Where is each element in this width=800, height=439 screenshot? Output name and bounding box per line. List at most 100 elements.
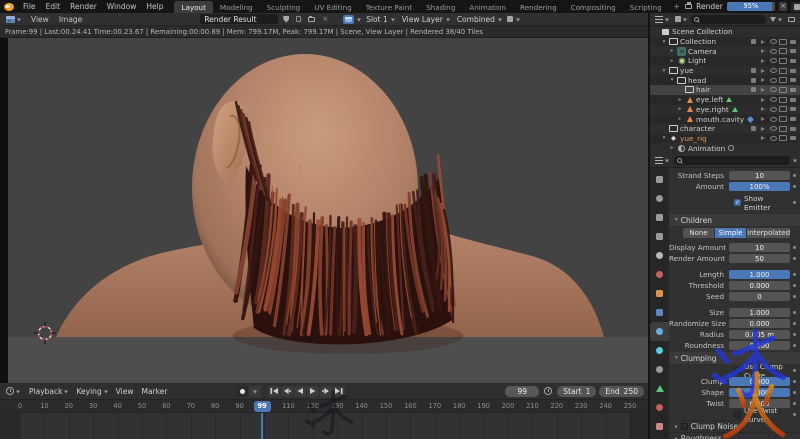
workspace-tab-rendering[interactable]: Rendering <box>513 1 564 13</box>
layer-dropdown[interactable]: View Layer <box>400 15 452 24</box>
playhead-line[interactable] <box>260 413 263 439</box>
play-button[interactable] <box>307 385 320 397</box>
viewport-toggle-icon[interactable] <box>779 57 787 65</box>
menu-render[interactable]: Render <box>65 2 102 11</box>
outliner-display-mode-button[interactable] <box>673 14 689 24</box>
properties-tab-modifiers[interactable] <box>650 303 669 322</box>
open-image-button[interactable] <box>306 14 317 24</box>
animate-decorator-icon[interactable] <box>793 391 796 394</box>
field-shape[interactable]: 0.000 <box>729 388 790 397</box>
workspace-tab-sculpting[interactable]: Sculpting <box>260 1 308 13</box>
render-toggle-icon[interactable] <box>789 96 797 104</box>
option-interpolated[interactable]: Interpolated <box>747 228 791 238</box>
hide-toggle-icon[interactable] <box>769 105 777 113</box>
auto-keying-button[interactable] <box>236 385 249 397</box>
viewport-toggle-icon[interactable] <box>779 134 787 142</box>
animate-decorator-icon[interactable] <box>793 333 796 336</box>
menu-marker[interactable]: Marker <box>137 387 171 396</box>
timeline-track[interactable] <box>0 413 648 439</box>
properties-search-input[interactable] <box>674 155 790 165</box>
viewport-toggle-icon[interactable] <box>779 125 787 133</box>
animate-decorator-icon[interactable] <box>793 174 796 177</box>
current-frame-field[interactable]: 99 <box>505 385 540 397</box>
viewport-toggle-icon[interactable] <box>779 67 787 75</box>
editor-type-button[interactable] <box>4 14 23 24</box>
animate-decorator-icon[interactable] <box>793 413 796 416</box>
properties-tab-material[interactable] <box>650 398 669 417</box>
hide-toggle-icon[interactable] <box>769 76 777 84</box>
menu-window[interactable]: Window <box>102 2 142 11</box>
selectable-toggle-icon[interactable] <box>759 134 767 142</box>
selectable-toggle-icon[interactable] <box>759 76 767 84</box>
keying-options-button[interactable] <box>542 386 554 396</box>
workspace-tab-uv-editing[interactable]: UV Editing <box>307 1 359 13</box>
animate-decorator-icon[interactable] <box>793 380 796 383</box>
outliner-editor-type-button[interactable] <box>653 14 671 24</box>
viewport-toggle-icon[interactable] <box>779 38 787 46</box>
menu-view[interactable]: View <box>26 15 54 24</box>
viewport-toggle-icon[interactable] <box>779 47 787 55</box>
outliner-row-camera[interactable]: ▸ Camera <box>650 46 800 56</box>
render-toggle-icon[interactable] <box>789 86 797 94</box>
workspace-tab-texture-paint[interactable]: Texture Paint <box>359 1 419 13</box>
image-pin-icon[interactable] <box>343 14 355 24</box>
field-length[interactable]: 1.000 <box>729 270 790 279</box>
hide-toggle-icon[interactable] <box>769 67 777 75</box>
disclosure-down-icon[interactable]: ▾ <box>669 77 675 83</box>
render-toggle-icon[interactable] <box>789 115 797 123</box>
properties-tab-scene[interactable] <box>650 246 669 265</box>
menu-image[interactable]: Image <box>54 15 88 24</box>
checkbox-use-clump-curve[interactable] <box>734 367 741 374</box>
fake-user-button[interactable] <box>281 14 291 24</box>
viewport-toggle-icon[interactable] <box>779 86 787 94</box>
outliner-filter-button[interactable] <box>768 14 784 24</box>
properties-tab-constraints[interactable] <box>650 360 669 379</box>
new-image-button[interactable] <box>294 14 303 24</box>
jump-to-start-button[interactable] <box>268 385 281 397</box>
exclude-checkbox[interactable] <box>749 125 757 133</box>
field-seed[interactable]: 0 <box>729 292 790 301</box>
start-frame-field[interactable]: Start 1 <box>557 385 597 397</box>
next-keyframe-button[interactable] <box>320 385 333 397</box>
field-randomize-size[interactable]: 0.000 <box>729 319 790 328</box>
panel-header-roughness[interactable]: ▸ Roughness <box>669 432 800 439</box>
selectable-toggle-icon[interactable] <box>759 96 767 104</box>
add-workspace-button[interactable]: + <box>669 1 685 12</box>
viewport-toggle-icon[interactable] <box>779 96 787 104</box>
panel-header-children[interactable]: ▾ Children <box>669 214 800 226</box>
field-strand-steps[interactable]: 10 <box>729 171 790 180</box>
hide-toggle-icon[interactable] <box>769 115 777 123</box>
hide-toggle-icon[interactable] <box>769 57 777 65</box>
viewport-toggle-icon[interactable] <box>779 115 787 123</box>
menu-edit[interactable]: Edit <box>41 2 66 11</box>
animate-decorator-icon[interactable] <box>793 295 796 298</box>
outliner-row-head[interactable]: ▾ head <box>650 75 800 85</box>
hide-toggle-icon[interactable] <box>769 38 777 46</box>
render-toggle-icon[interactable] <box>789 76 797 84</box>
viewport-toggle-icon[interactable] <box>779 105 787 113</box>
scene-selector[interactable]: Scene × <box>791 1 800 12</box>
animate-decorator-icon[interactable] <box>793 185 796 188</box>
selectable-toggle-icon[interactable] <box>759 57 767 65</box>
animate-decorator-icon[interactable] <box>793 344 796 347</box>
selectable-toggle-icon[interactable] <box>759 67 767 75</box>
timeline-ruler[interactable]: 99 0 10 20 30 40 50 60 70 80 90 110 120 130 140 150 160… <box>0 400 648 413</box>
disclosure-right-icon[interactable]: ▸ <box>669 48 675 54</box>
outliner-row-yue[interactable]: ▾ yue <box>650 66 800 76</box>
animate-decorator-icon[interactable] <box>793 201 796 204</box>
outliner-row-character[interactable]: character <box>650 124 800 134</box>
disclosure-right-icon[interactable]: ▸ <box>669 145 675 151</box>
selectable-toggle-icon[interactable] <box>759 38 767 46</box>
option-none[interactable]: None <box>683 228 715 238</box>
field-threshold[interactable]: 0.000 <box>729 281 790 290</box>
properties-tab-world[interactable] <box>650 265 669 284</box>
play-reverse-button[interactable] <box>294 385 307 397</box>
new-collection-button[interactable] <box>786 14 797 24</box>
exclude-checkbox[interactable] <box>749 67 757 75</box>
menu-view[interactable]: View <box>112 387 138 396</box>
menu-file[interactable]: File <box>18 2 41 11</box>
properties-tab-physics[interactable] <box>650 341 669 360</box>
animate-decorator-icon[interactable] <box>793 273 796 276</box>
workspace-tab-shading[interactable]: Shading <box>419 1 462 13</box>
animate-decorator-icon[interactable] <box>793 402 796 405</box>
